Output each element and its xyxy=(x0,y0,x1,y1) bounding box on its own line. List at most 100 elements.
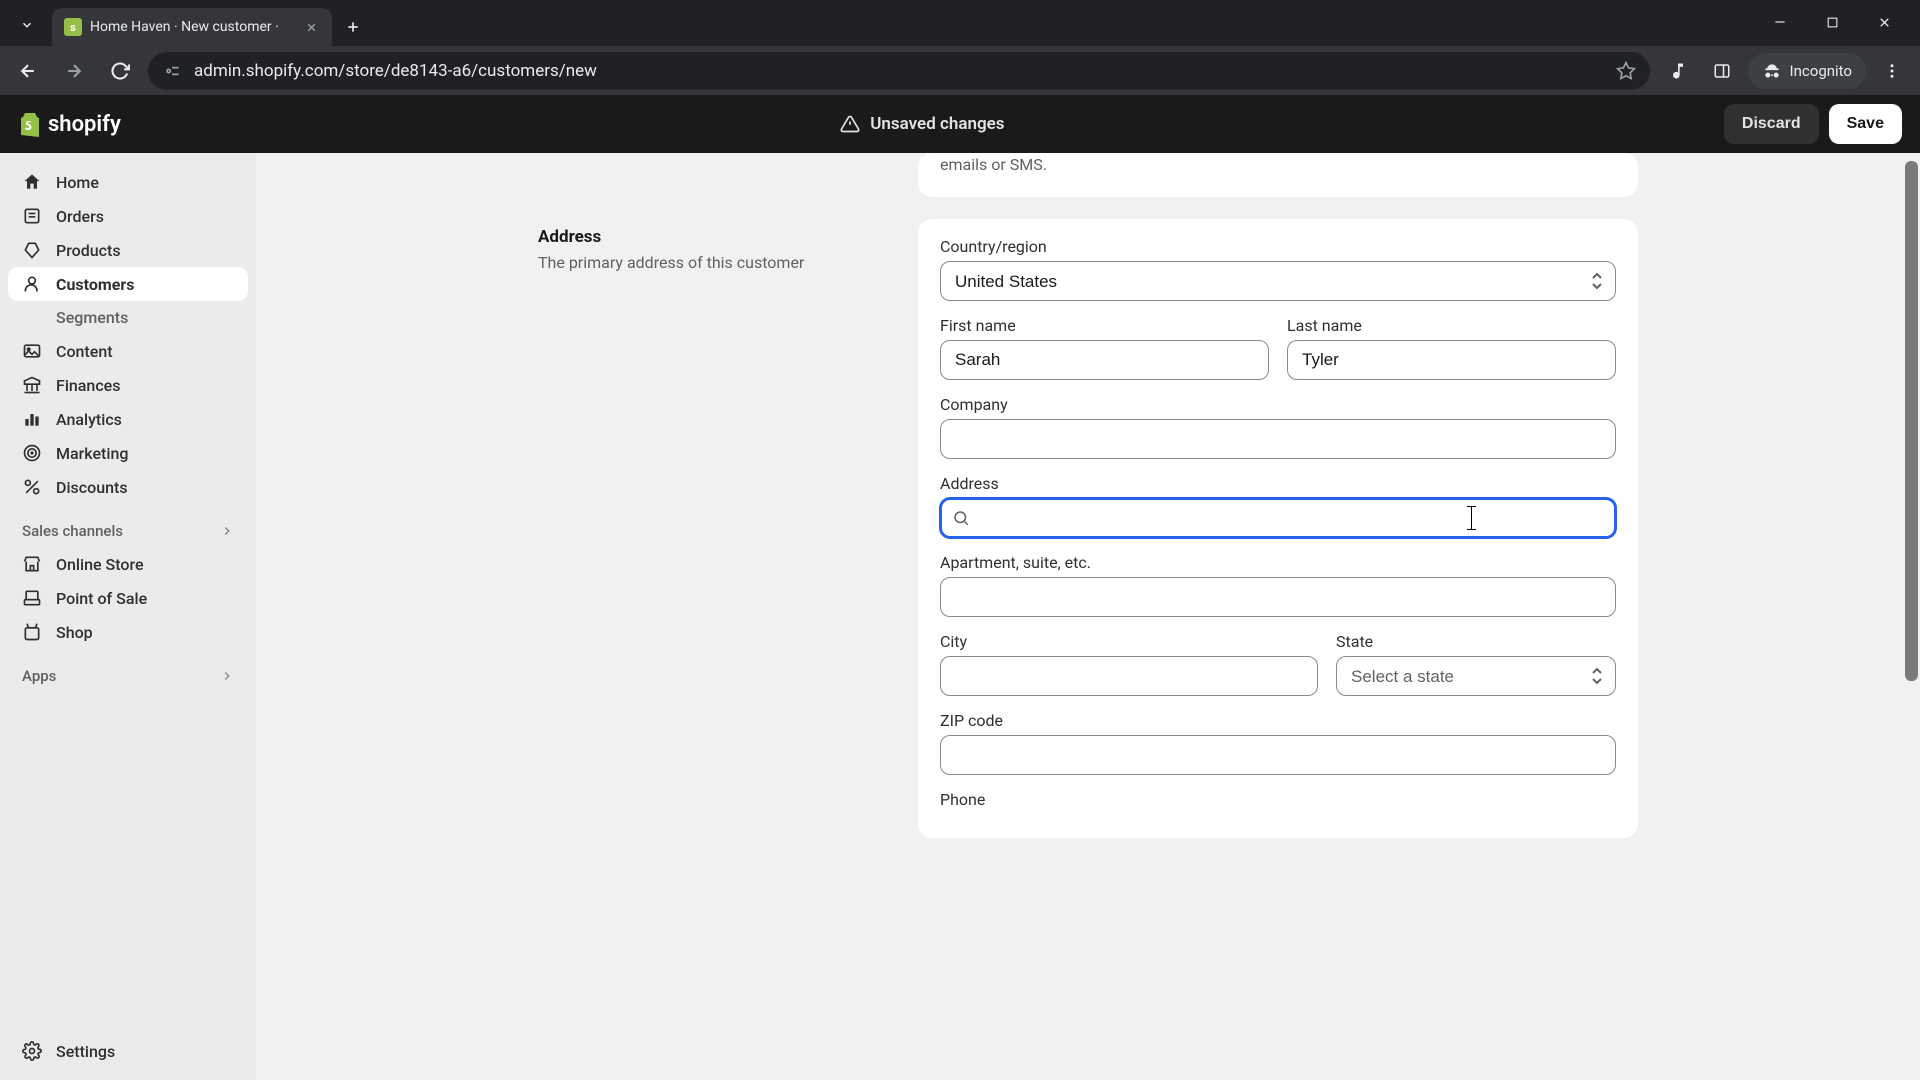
search-icon xyxy=(952,509,970,527)
app-topbar: shopify Unsaved changes Discard Save xyxy=(0,95,1920,153)
shopify-wordmark: shopify xyxy=(48,112,121,137)
sidebar-item-products[interactable]: Products xyxy=(8,233,248,267)
app-body: Home Orders Products Customers Segments … xyxy=(0,153,1920,1080)
scrollbar-track[interactable] xyxy=(1903,153,1920,1080)
close-tab-button[interactable] xyxy=(302,18,320,36)
apps-heading[interactable]: Apps xyxy=(8,649,248,692)
city-label: City xyxy=(940,632,1318,651)
sidepanel-button[interactable] xyxy=(1704,53,1740,89)
address-bar[interactable]: admin.shopify.com/store/de8143-a6/custom… xyxy=(148,52,1650,90)
sidebar: Home Orders Products Customers Segments … xyxy=(0,153,256,1080)
sidebar-item-label: Settings xyxy=(56,1042,115,1061)
shopify-logo[interactable]: shopify xyxy=(18,111,121,137)
back-button[interactable] xyxy=(10,53,46,89)
extensions-button[interactable] xyxy=(1660,53,1696,89)
home-icon xyxy=(22,172,42,192)
tab-title: Home Haven · New customer · xyxy=(90,19,279,35)
gear-icon xyxy=(22,1041,42,1061)
tab-strip: s Home Haven · New customer · xyxy=(0,0,1920,46)
sidebar-item-content[interactable]: Content xyxy=(8,334,248,368)
sidebar-item-customers[interactable]: Customers xyxy=(8,267,248,301)
site-info-icon[interactable] xyxy=(162,61,182,81)
sidebar-item-label: Analytics xyxy=(56,410,122,429)
section-description: The primary address of this customer xyxy=(538,253,894,272)
sidebar-subitem-segments[interactable]: Segments xyxy=(8,301,248,334)
sidebar-item-label: Customers xyxy=(56,275,134,294)
sidebar-item-finances[interactable]: Finances xyxy=(8,368,248,402)
first-name-label: First name xyxy=(940,316,1269,335)
tab-search-button[interactable] xyxy=(10,8,44,42)
panel-icon xyxy=(1713,62,1731,80)
minimize-button[interactable] xyxy=(1754,4,1806,40)
customers-icon xyxy=(22,274,42,294)
country-label: Country/region xyxy=(940,237,1616,256)
chevron-right-icon xyxy=(220,669,234,683)
sidebar-item-home[interactable]: Home xyxy=(8,165,248,199)
sidebar-item-label: Products xyxy=(56,241,121,260)
first-name-input[interactable] xyxy=(940,340,1269,380)
company-label: Company xyxy=(940,395,1616,414)
incognito-indicator[interactable]: Incognito xyxy=(1748,53,1866,89)
state-select[interactable]: Select a state xyxy=(1336,656,1616,696)
sidebar-item-marketing[interactable]: Marketing xyxy=(8,436,248,470)
window-controls xyxy=(1754,4,1910,40)
country-select[interactable]: United States xyxy=(940,261,1616,301)
sidebar-item-label: Marketing xyxy=(56,444,128,463)
music-icon xyxy=(1668,61,1688,81)
sidebar-item-label: Finances xyxy=(56,376,120,395)
unsaved-changes-indicator: Unsaved changes xyxy=(840,114,1004,134)
kebab-icon xyxy=(1883,62,1901,80)
close-window-button[interactable] xyxy=(1858,4,1910,40)
products-icon xyxy=(22,240,42,260)
sidebar-channel-online-store[interactable]: Online Store xyxy=(8,547,248,581)
maximize-button[interactable] xyxy=(1806,4,1858,40)
minimize-icon xyxy=(1773,15,1787,29)
reload-button[interactable] xyxy=(102,53,138,89)
finances-icon xyxy=(22,375,42,395)
reload-icon xyxy=(110,61,130,81)
sales-channels-label: Sales channels xyxy=(22,522,123,540)
discard-button[interactable]: Discard xyxy=(1724,104,1819,144)
sidebar-item-label: Content xyxy=(56,342,113,361)
address-input[interactable] xyxy=(940,498,1616,538)
city-input[interactable] xyxy=(940,656,1318,696)
browser-menu-button[interactable] xyxy=(1874,53,1910,89)
section-title: Address xyxy=(538,227,894,247)
address-section: Address The primary address of this cust… xyxy=(538,219,1638,838)
plus-icon xyxy=(345,19,361,35)
company-input[interactable] xyxy=(940,419,1616,459)
sidebar-channel-shop[interactable]: Shop xyxy=(8,615,248,649)
scrollbar-thumb[interactable] xyxy=(1905,161,1918,681)
zip-input[interactable] xyxy=(940,735,1616,775)
sidebar-channel-point-of-sale[interactable]: Point of Sale xyxy=(8,581,248,615)
last-name-input[interactable] xyxy=(1287,340,1616,380)
bookmark-star-icon[interactable] xyxy=(1616,61,1636,81)
new-tab-button[interactable] xyxy=(338,12,368,42)
unsaved-changes-label: Unsaved changes xyxy=(870,114,1004,134)
sidebar-item-label: Segments xyxy=(56,308,128,327)
address-label: Address xyxy=(940,474,1616,493)
sidebar-item-discounts[interactable]: Discounts xyxy=(8,470,248,504)
save-button[interactable]: Save xyxy=(1829,104,1902,144)
shopify-favicon: s xyxy=(64,18,82,36)
browser-tab[interactable]: s Home Haven · New customer · xyxy=(52,8,332,46)
sidebar-item-label: Online Store xyxy=(56,555,144,574)
sidebar-item-settings[interactable]: Settings xyxy=(8,1034,248,1068)
sidebar-item-analytics[interactable]: Analytics xyxy=(8,402,248,436)
browser-chrome: s Home Haven · New customer · admin.shop… xyxy=(0,0,1920,95)
apartment-input[interactable] xyxy=(940,577,1616,617)
sales-channels-heading[interactable]: Sales channels xyxy=(8,504,248,547)
zip-label: ZIP code xyxy=(940,711,1616,730)
store-icon xyxy=(22,554,42,574)
browser-toolbar: admin.shopify.com/store/de8143-a6/custom… xyxy=(0,46,1920,95)
sidebar-item-orders[interactable]: Orders xyxy=(8,199,248,233)
last-name-label: Last name xyxy=(1287,316,1616,335)
maximize-icon xyxy=(1826,16,1839,29)
orders-icon xyxy=(22,206,42,226)
content-icon xyxy=(22,341,42,361)
text-cursor xyxy=(1471,507,1472,529)
main-content: emails or SMS. Address The primary addre… xyxy=(256,153,1920,1080)
forward-button[interactable] xyxy=(56,53,92,89)
marketing-icon xyxy=(22,443,42,463)
phone-label: Phone xyxy=(940,790,1616,809)
